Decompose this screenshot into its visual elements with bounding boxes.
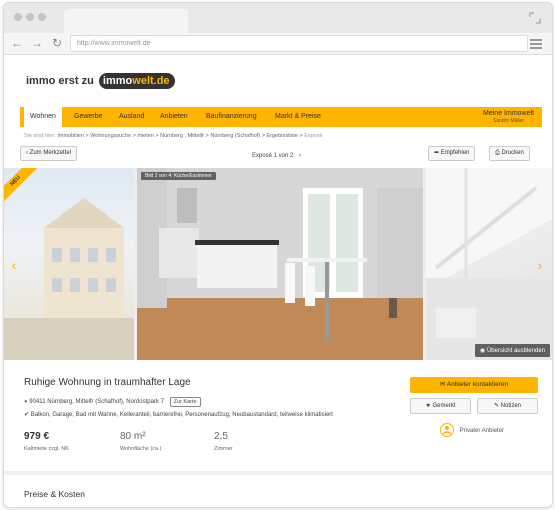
gallery-prev-arrow-icon[interactable]: ‹ bbox=[8, 256, 20, 274]
show-map-button[interactable]: Zur Karte bbox=[169, 397, 201, 407]
account-menu[interactable]: Meine Immowelt Sandro Müller bbox=[483, 109, 534, 125]
resize-icon[interactable] bbox=[528, 11, 542, 25]
area-kpi: 80 m² Wohnfläche (ca.) bbox=[120, 431, 161, 453]
account-title: Meine Immowelt bbox=[483, 110, 534, 117]
area-label: Wohnfläche (ca.) bbox=[120, 446, 162, 452]
expose-counter: Exposé 1 von 2 › bbox=[252, 151, 301, 161]
breadcrumb-prefix: Sie sind hier: bbox=[24, 133, 56, 139]
rooms-label: Zimmer bbox=[214, 446, 233, 452]
building-facade-picture bbox=[4, 198, 134, 360]
share-icon: ➦ bbox=[434, 150, 440, 156]
logo-badge: immowelt.de bbox=[98, 73, 175, 89]
nav-item-baufinanzierung[interactable]: Baufinanzierung bbox=[206, 107, 257, 127]
listing-features: ✔ Balkon, Garage, Bad mit Wanne, Kellera… bbox=[24, 411, 333, 418]
bookmark-button[interactable]: ★ Gemerkt bbox=[410, 398, 471, 414]
browser-tab[interactable] bbox=[64, 9, 188, 33]
section-divider bbox=[4, 471, 552, 475]
chevron-right-icon[interactable]: › bbox=[299, 153, 301, 159]
kitchen-picture bbox=[137, 168, 423, 360]
nav-item-anbieten[interactable]: Anbieten bbox=[160, 107, 188, 127]
contact-provider-button[interactable]: ✉ Anbieter kontaktieren bbox=[410, 377, 538, 393]
logo-badge-part2: welt.de bbox=[132, 75, 170, 87]
camera-icon: ◉ bbox=[480, 348, 486, 354]
main-navigation: Wohnen Gewerbe Ausland Anbieten Baufinan… bbox=[20, 107, 542, 127]
window-control-dot[interactable] bbox=[26, 13, 34, 21]
account-user: Sandro Müller bbox=[492, 118, 525, 124]
image-caption: Bild 2 von 4: Küche/Essimmer bbox=[141, 172, 216, 180]
price-label: Kaltmiete zzgl. NK bbox=[24, 446, 69, 452]
nav-item-wohnen[interactable]: Wohnen bbox=[24, 107, 62, 127]
print-label: Drucken bbox=[501, 150, 524, 156]
hide-overview-label: Übersicht ausblenden bbox=[486, 348, 545, 354]
url-input[interactable]: http://www.immowelt.de bbox=[70, 35, 528, 52]
provider-info: Privater Anbieter bbox=[440, 423, 504, 439]
image-gallery: NEU ‹ Bild 2 von 4: Küche/Essimmer › ◉ Ü… bbox=[4, 168, 552, 360]
window-control-dot[interactable] bbox=[38, 13, 46, 21]
map-pin-icon: ● bbox=[24, 399, 28, 405]
rooms-value: 2,5 bbox=[214, 431, 228, 442]
address-text: 90411 Nürnberg, Mittelfr (Schafhof), Nor… bbox=[29, 399, 164, 405]
gallery-image-kitchen[interactable] bbox=[137, 168, 423, 360]
chevron-left-icon: ‹ bbox=[26, 150, 28, 156]
area-value: 80 m² bbox=[120, 431, 146, 442]
bookmark-label: Gemerkt bbox=[432, 403, 456, 409]
notes-button[interactable]: ✎ Notizen bbox=[477, 398, 538, 414]
site-logo[interactable]: immo erst zu immowelt.de bbox=[26, 73, 175, 89]
window-control-dot[interactable] bbox=[14, 13, 22, 21]
gallery-image-facade[interactable] bbox=[4, 168, 134, 360]
user-icon bbox=[440, 423, 454, 438]
logo-badge-part1: immo bbox=[102, 75, 133, 87]
checkmark-icon: ✔ bbox=[24, 412, 30, 418]
reload-icon[interactable]: ↻ bbox=[50, 36, 64, 50]
star-icon: ★ bbox=[425, 403, 431, 409]
recommend-label: Empfehlen bbox=[440, 150, 470, 156]
browser-window: ← → ↻ http://www.immowelt.de immo erst z… bbox=[3, 2, 553, 508]
price-value: 979 € bbox=[24, 431, 50, 442]
nav-item-ausland[interactable]: Ausland bbox=[119, 107, 144, 127]
browser-menu-icon[interactable] bbox=[530, 37, 542, 49]
nav-item-markt-preise[interactable]: Markt & Preise bbox=[275, 107, 321, 127]
recommend-button[interactable]: ➦ Empfehlen bbox=[428, 146, 476, 161]
provider-label: Privater Anbieter bbox=[459, 428, 505, 434]
price-kpi: 979 € Kaltmiete zzgl. NK bbox=[24, 431, 69, 453]
section-title: Preise & Kosten bbox=[24, 489, 85, 499]
notes-label: Notizen bbox=[500, 403, 522, 409]
print-icon: ⎙ bbox=[495, 150, 500, 156]
forward-icon[interactable]: → bbox=[30, 36, 44, 50]
back-to-watchlist-label: Zum Merkzettel bbox=[29, 150, 72, 156]
browser-tab-bar bbox=[4, 3, 552, 33]
address-bar: ← → ↻ http://www.immowelt.de bbox=[4, 33, 552, 55]
nav-item-gewerbe[interactable]: Gewerbe bbox=[74, 107, 102, 127]
rooms-kpi: 2,5 Zimmer bbox=[214, 431, 233, 453]
back-to-watchlist-button[interactable]: ‹ Zum Merkzettel bbox=[20, 146, 78, 161]
breadcrumb: Sie sind hier: Immobilien > Wohnungssuch… bbox=[24, 133, 323, 139]
back-icon[interactable]: ← bbox=[10, 36, 24, 50]
listing-address: ● 90411 Nürnberg, Mittelfr (Schafhof), N… bbox=[24, 397, 201, 407]
gallery-next-arrow-icon[interactable]: › bbox=[534, 256, 546, 274]
breadcrumb-current: Exposé bbox=[304, 133, 323, 139]
edit-icon: ✎ bbox=[493, 403, 499, 409]
expose-count-label: Exposé 1 von 2 bbox=[252, 153, 294, 159]
listing-title: Ruhige Wohnung in traumhafter Lage bbox=[24, 377, 191, 388]
breadcrumb-path[interactable]: Immobilien > Wohnungssuche > mieten > Nü… bbox=[57, 133, 302, 139]
features-text: Balkon, Garage, Bad mit Wanne, Kellerant… bbox=[30, 412, 333, 418]
hide-overview-button[interactable]: ◉ Übersicht ausblenden bbox=[475, 344, 550, 357]
envelope-icon: ✉ bbox=[439, 381, 446, 388]
print-button[interactable]: ⎙ Drucken bbox=[489, 146, 530, 161]
logo-prefix: immo erst zu bbox=[26, 75, 94, 87]
contact-provider-label: Anbieter kontaktieren bbox=[446, 381, 509, 388]
